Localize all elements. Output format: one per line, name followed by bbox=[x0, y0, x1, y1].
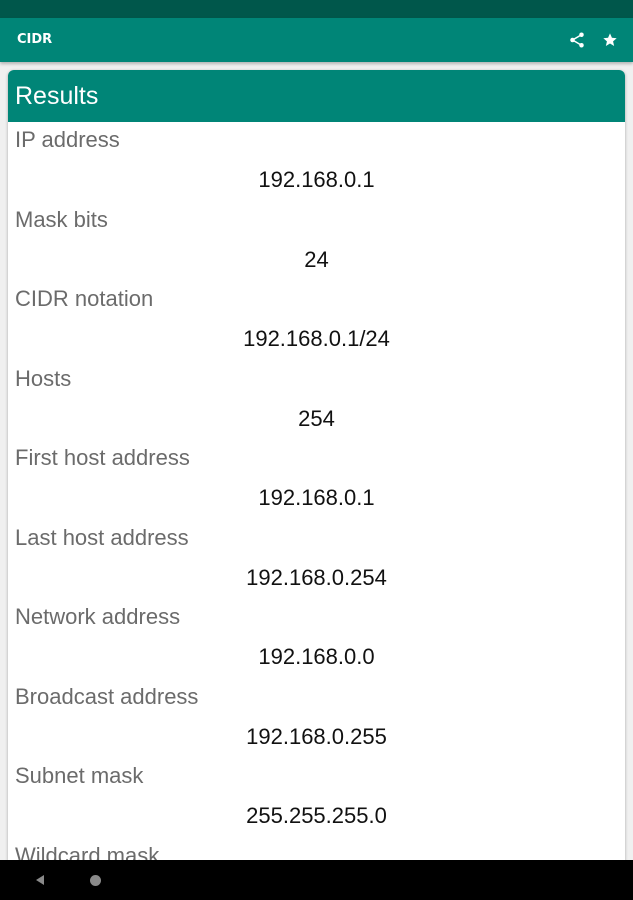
result-label: IP address bbox=[15, 127, 120, 152]
result-label: Broadcast address bbox=[15, 683, 199, 709]
result-value: 192.168.0.255 bbox=[246, 723, 387, 749]
result-label: Network address bbox=[15, 604, 181, 629]
result-row-mask-bits: Mask bits 24 bbox=[8, 202, 625, 282]
star-icon bbox=[603, 33, 617, 46]
result-label: Wildcard mask bbox=[15, 842, 160, 861]
result-list: IP address 192.168.0.1 Mask bits 24 CIDR… bbox=[8, 122, 625, 860]
back-icon[interactable] bbox=[33, 873, 47, 887]
result-label: First host address bbox=[15, 445, 190, 470]
result-row-wildcard-mask: Wildcard mask bbox=[8, 838, 625, 861]
status-bar bbox=[0, 0, 633, 18]
favorite-button[interactable] bbox=[597, 27, 623, 53]
result-row-network-address: Network address 192.168.0.0 bbox=[8, 599, 625, 679]
result-value: 192.168.0.1 bbox=[258, 167, 375, 192]
result-value: 192.168.0.254 bbox=[246, 564, 387, 590]
result-value: 192.168.0.1 bbox=[258, 485, 375, 510]
result-label: Hosts bbox=[15, 365, 72, 391]
share-button[interactable] bbox=[564, 27, 590, 53]
result-label: CIDR notation bbox=[15, 286, 154, 311]
results-card: Results IP address 192.168.0.1 Mask bits… bbox=[8, 70, 625, 860]
result-value: 254 bbox=[298, 405, 335, 431]
card-title: Results bbox=[8, 70, 625, 122]
app-bar: CIDR bbox=[0, 18, 633, 62]
result-row-first-host-address: First host address 192.168.0.1 bbox=[8, 440, 625, 520]
result-row-broadcast-address: Broadcast address 192.168.0.255 bbox=[8, 679, 625, 759]
result-label: Subnet mask bbox=[15, 763, 144, 788]
result-value: 255.255.255.0 bbox=[246, 803, 387, 828]
home-icon[interactable] bbox=[90, 875, 101, 886]
result-row-hosts: Hosts 254 bbox=[8, 361, 625, 441]
result-value: 192.168.0.0 bbox=[258, 644, 375, 669]
result-row-subnet-mask: Subnet mask 255.255.255.0 bbox=[8, 758, 625, 838]
result-row-cidr-notation: CIDR notation 192.168.0.1/24 bbox=[8, 281, 625, 361]
result-row-ip-address: IP address 192.168.0.1 bbox=[8, 122, 625, 202]
result-label: Mask bits bbox=[15, 206, 108, 232]
content-area[interactable]: Results IP address 192.168.0.1 Mask bits… bbox=[0, 62, 633, 860]
share-icon bbox=[570, 32, 584, 48]
result-value: 24 bbox=[304, 246, 329, 272]
result-value: 192.168.0.1/24 bbox=[243, 326, 390, 351]
system-nav-bar bbox=[0, 860, 633, 900]
app-title: CIDR bbox=[17, 32, 53, 47]
result-row-last-host-address: Last host address 192.168.0.254 bbox=[8, 520, 625, 600]
result-label: Last host address bbox=[15, 524, 189, 550]
